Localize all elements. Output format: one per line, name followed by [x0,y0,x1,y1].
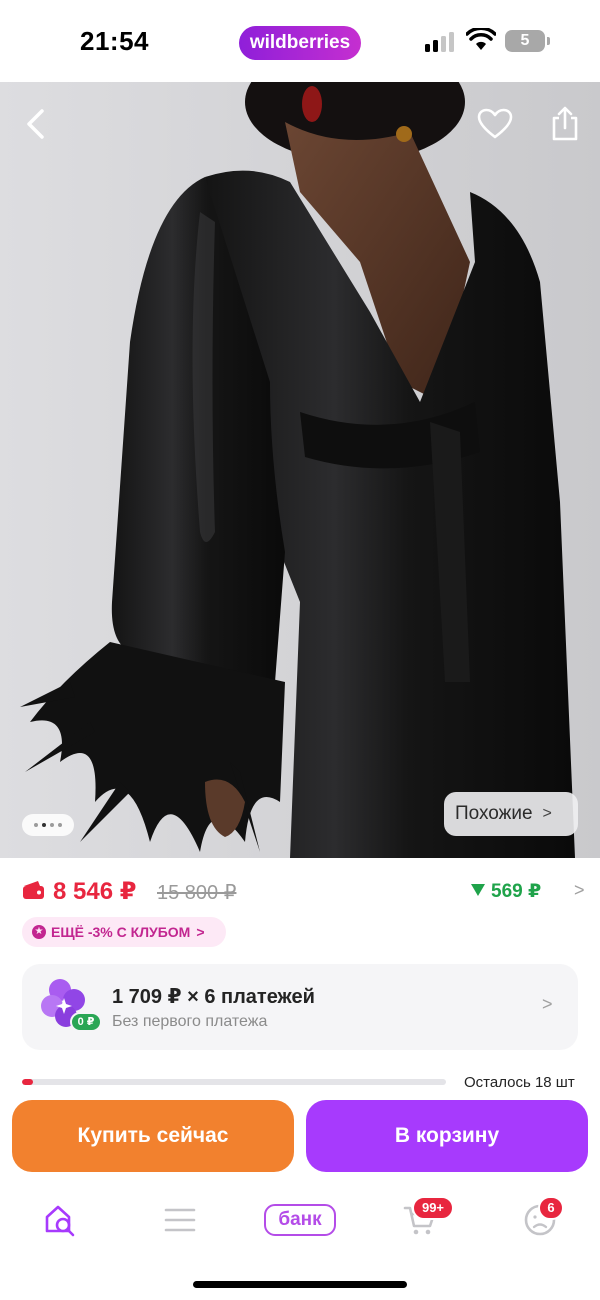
stock-progress-bar [22,1079,446,1085]
cellular-signal-icon [425,32,457,52]
cashback-amount[interactable]: 569 ₽ [471,880,541,903]
chevron-right-icon: > [542,805,552,822]
installment-subtitle: Без первого платежа [112,1013,268,1030]
similar-label: Похожие [455,803,533,824]
installment-card[interactable]: 0 ₽ 1 709 ₽ × 6 платежей Без первого пла… [22,964,578,1050]
status-bar: 21:54 wildberries 5 [0,0,600,82]
stock-progress-fill [22,1079,33,1085]
home-search-icon [45,1205,75,1237]
profile-notification-badge: 6 [538,1196,564,1220]
add-to-cart-button[interactable]: В корзину [306,1100,588,1172]
cashback-value: 569 ₽ [491,881,542,902]
product-gallery[interactable]: Похожие > [0,82,600,858]
share-button[interactable] [543,102,587,146]
buy-now-button[interactable]: Купить сейчас [12,1100,294,1172]
down-triangle-icon [471,884,485,896]
stock-remaining: Осталось 18 шт [464,1074,575,1091]
chevron-left-icon [27,109,44,139]
gallery-pager [22,814,74,836]
chevron-right-icon: > [574,880,585,900]
battery-icon: 5 [505,30,550,52]
heart-icon [477,108,513,139]
star-icon: ★ [32,925,46,939]
current-price: 8 546 ₽ [53,878,137,905]
menu-icon [164,1208,196,1232]
wifi-icon [466,28,496,50]
price-row: 8 546 ₽ 15 800 ₽ 569 ₽ > [22,874,585,910]
product-photo [0,82,600,858]
pager-dot-active [42,823,46,827]
pager-dot [58,823,62,827]
chevron-right-icon: > [542,994,553,1014]
status-time: 21:54 [80,26,149,56]
wildberries-logo: wildberries [239,26,361,60]
old-price: 15 800 ₽ [157,882,237,904]
home-indicator [193,1281,407,1288]
nav-bank[interactable]: банк [264,1204,336,1236]
back-button[interactable] [14,102,58,146]
wallet-icon [23,881,44,899]
installment-badge: 0 ₽ [70,1012,102,1032]
nav-home[interactable] [30,1198,90,1242]
cart-count-badge: 99+ [412,1196,454,1220]
nav-catalog[interactable] [150,1198,210,1242]
pager-dot [34,823,38,827]
favorite-button[interactable] [473,102,517,146]
share-icon [552,106,578,141]
chevron-right-icon: > [196,924,205,940]
pager-dot [50,823,54,827]
club-discount-pill[interactable]: ★ ЕЩЁ -3% С КЛУБОМ > [22,917,226,947]
installment-title: 1 709 ₽ × 6 платежей [112,986,315,1008]
club-offer-label: ЕЩЁ -3% С КЛУБОМ [51,924,191,940]
similar-button[interactable]: Похожие > [444,792,578,836]
